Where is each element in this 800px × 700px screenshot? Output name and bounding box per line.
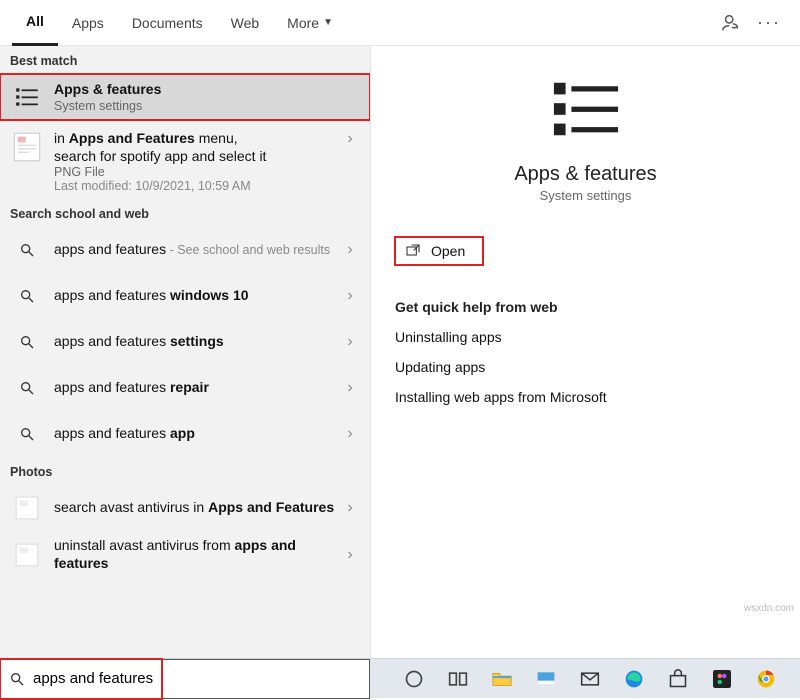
text: app <box>170 425 195 441</box>
result-apps-and-features[interactable]: Apps & features System settings <box>0 74 370 120</box>
text: settings <box>170 333 224 349</box>
text: search for spotify app and select it <box>54 148 266 164</box>
text: repair <box>170 379 209 395</box>
search-icon <box>10 279 44 313</box>
chevron-right-icon[interactable]: › <box>338 241 362 259</box>
search-icon <box>10 417 44 451</box>
text: menu, <box>195 130 238 146</box>
text: Apps and Features <box>208 499 334 515</box>
taskbar-taskview-icon[interactable] <box>436 659 480 698</box>
taskbar <box>0 658 800 698</box>
text: windows 10 <box>170 287 249 303</box>
open-label: Open <box>431 243 465 259</box>
taskbar-cortana-icon[interactable] <box>392 659 436 698</box>
web-result-2[interactable]: apps and features settings › <box>0 319 370 365</box>
list-settings-icon <box>10 80 44 114</box>
search-box[interactable] <box>0 659 370 699</box>
results-pane: Best match Apps & features System settin… <box>0 46 370 658</box>
more-options-icon[interactable]: ··· <box>758 12 780 34</box>
photo-result-0[interactable]: search avast antivirus in Apps and Featu… <box>0 485 370 531</box>
taskbar-app-1-icon[interactable] <box>524 659 568 698</box>
search-icon <box>9 671 25 687</box>
file-modified: Last modified: 10/9/2021, 10:59 AM <box>54 179 338 193</box>
search-input[interactable] <box>31 666 363 691</box>
tab-apps[interactable]: Apps <box>58 0 118 46</box>
preview-pane: Apps & features System settings Open Get… <box>370 46 800 658</box>
chevron-right-icon[interactable]: › <box>338 333 362 351</box>
tab-all[interactable]: All <box>12 0 58 46</box>
chevron-right-icon[interactable]: › <box>338 379 362 397</box>
open-icon <box>405 243 421 259</box>
text: apps and features <box>54 241 166 257</box>
image-file-icon <box>10 538 44 572</box>
text: search avast antivirus in <box>54 499 208 515</box>
preview-category: System settings <box>540 188 632 203</box>
text: apps and features <box>54 333 170 349</box>
help-link-uninstall[interactable]: Uninstalling apps <box>395 329 776 345</box>
filter-tabs: All Apps Documents Web More ▼ ··· <box>0 0 800 46</box>
open-button[interactable]: Open <box>395 237 483 265</box>
chevron-right-icon[interactable]: › <box>338 499 362 517</box>
web-result-3[interactable]: apps and features repair › <box>0 365 370 411</box>
chevron-down-icon: ▼ <box>323 17 333 28</box>
web-result-4[interactable]: apps and features app › <box>0 411 370 457</box>
apps-features-large-icon <box>551 74 621 147</box>
image-file-icon <box>10 130 44 164</box>
search-icon <box>10 325 44 359</box>
text: apps and features <box>54 425 170 441</box>
section-school-web: Search school and web <box>0 199 370 227</box>
taskbar-figma-icon[interactable] <box>700 659 744 698</box>
taskbar-mail-icon[interactable] <box>568 659 612 698</box>
web-result-1[interactable]: apps and features windows 10 › <box>0 273 370 319</box>
section-best-match: Best match <box>0 46 370 74</box>
file-type: PNG File <box>54 165 338 179</box>
search-icon <box>10 233 44 267</box>
taskbar-store-icon[interactable] <box>656 659 700 698</box>
text: apps and features <box>54 379 170 395</box>
text: - See school and web results <box>166 243 330 257</box>
chevron-right-icon[interactable]: › <box>338 130 362 148</box>
preview-title: Apps & features <box>514 163 656 186</box>
taskbar-chrome-icon[interactable] <box>744 659 788 698</box>
tab-web[interactable]: Web <box>217 0 274 46</box>
quick-help-heading: Get quick help from web <box>395 299 776 315</box>
help-link-update[interactable]: Updating apps <box>395 359 776 375</box>
chevron-right-icon[interactable]: › <box>338 425 362 443</box>
text: apps and features <box>54 287 170 303</box>
text: uninstall avast antivirus from <box>54 537 235 553</box>
tab-documents[interactable]: Documents <box>118 0 217 46</box>
watermark: wsxdn.com <box>744 603 794 614</box>
feedback-icon[interactable] <box>720 12 742 34</box>
taskbar-edge-icon[interactable] <box>612 659 656 698</box>
section-photos: Photos <box>0 457 370 485</box>
taskbar-explorer-icon[interactable] <box>480 659 524 698</box>
tab-more-label: More <box>287 15 319 31</box>
image-file-icon <box>10 491 44 525</box>
help-link-webapps[interactable]: Installing web apps from Microsoft <box>395 389 776 405</box>
web-result-0[interactable]: apps and features - See school and web r… <box>0 227 370 273</box>
result-subtitle: System settings <box>54 99 362 113</box>
search-icon <box>10 371 44 405</box>
chevron-right-icon[interactable]: › <box>338 546 362 564</box>
photo-result-1[interactable]: uninstall avast antivirus from apps and … <box>0 531 370 578</box>
result-title: Apps & features <box>54 81 161 97</box>
chevron-right-icon[interactable]: › <box>338 287 362 305</box>
result-png-file[interactable]: in Apps and Features menu, search for spo… <box>0 120 370 199</box>
text: in <box>54 130 69 146</box>
quick-help: Get quick help from web Uninstalling app… <box>395 299 776 405</box>
text: Apps and Features <box>69 130 195 146</box>
tab-more[interactable]: More ▼ <box>273 0 347 46</box>
